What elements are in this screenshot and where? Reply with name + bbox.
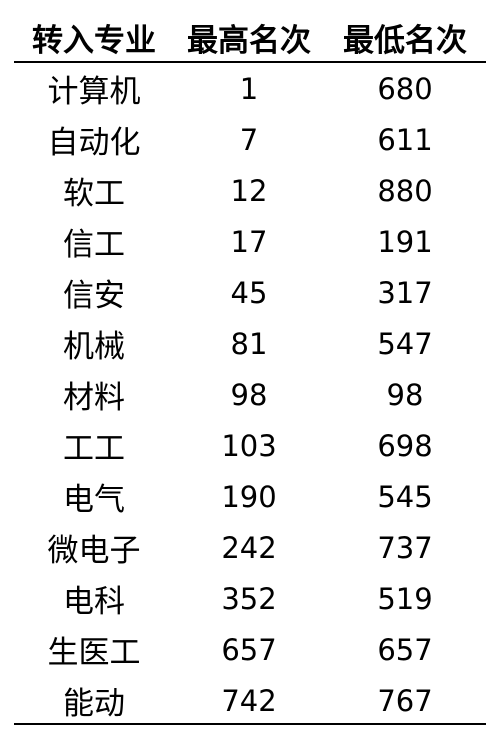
table-row: 信工 17 191: [14, 216, 486, 267]
row-lowest-rank: 611: [377, 122, 433, 157]
row-highest-rank: 45: [230, 275, 268, 310]
row-lowest-rank: 519: [377, 581, 433, 616]
row-lowest-rank: 317: [377, 275, 433, 310]
row-major: 计算机: [47, 74, 141, 110]
header-highest-rank: 最高名次: [187, 22, 311, 59]
row-lowest-rank: 737: [377, 530, 433, 565]
row-highest-rank: 742: [221, 683, 277, 718]
table-row: 生医工 657 657: [14, 624, 486, 675]
row-major: 电气: [63, 482, 125, 518]
table-row: 自动化 7 611: [14, 114, 486, 165]
row-lowest-rank: 698: [377, 428, 433, 463]
table-bottom-rule: [14, 723, 486, 725]
row-highest-rank: 98: [230, 377, 268, 412]
row-highest-rank: 7: [239, 122, 259, 157]
row-highest-rank: 352: [221, 581, 277, 616]
row-major: 信工: [63, 227, 125, 263]
header-lowest-rank: 最低名次: [343, 22, 467, 59]
table-row: 能动 742 767: [14, 675, 486, 726]
table-header: 转入专业 最高名次 最低名次: [14, 12, 486, 62]
table-row: 机械 81 547: [14, 318, 486, 369]
table-row: 信安 45 317: [14, 267, 486, 318]
row-highest-rank: 242: [221, 530, 277, 565]
row-highest-rank: 1: [239, 71, 259, 106]
row-highest-rank: 81: [230, 326, 268, 361]
row-major: 机械: [63, 329, 125, 365]
table-row: 工工 103 698: [14, 420, 486, 471]
table-row: 电气 190 545: [14, 471, 486, 522]
row-major: 信安: [63, 278, 125, 314]
row-major: 电科: [63, 584, 125, 620]
row-lowest-rank: 657: [377, 632, 433, 667]
row-major: 工工: [63, 431, 125, 467]
row-lowest-rank: 767: [377, 683, 433, 718]
row-lowest-rank: 680: [377, 71, 433, 106]
header-major: 转入专业: [32, 22, 156, 59]
row-lowest-rank: 98: [386, 377, 424, 412]
table-row: 电科 352 519: [14, 573, 486, 624]
row-major: 材料: [63, 380, 125, 416]
row-highest-rank: 103: [221, 428, 277, 463]
table-row: 计算机 1 680: [14, 63, 486, 114]
row-highest-rank: 17: [230, 224, 268, 259]
row-major: 软工: [63, 176, 125, 212]
row-highest-rank: 657: [221, 632, 277, 667]
row-lowest-rank: 880: [377, 173, 433, 208]
row-highest-rank: 12: [230, 173, 268, 208]
table-row: 材料 98 98: [14, 369, 486, 420]
row-major: 能动: [63, 686, 125, 722]
table-row: 软工 12 880: [14, 165, 486, 216]
row-major: 生医工: [47, 635, 141, 671]
row-highest-rank: 190: [221, 479, 277, 514]
row-lowest-rank: 545: [377, 479, 433, 514]
table-row: 微电子 242 737: [14, 522, 486, 573]
row-major: 微电子: [47, 533, 141, 569]
row-major: 自动化: [47, 125, 141, 161]
row-lowest-rank: 191: [377, 224, 433, 259]
row-lowest-rank: 547: [377, 326, 433, 361]
rank-table: 转入专业 最高名次 最低名次 计算机 1 680 自动化 7 611 软工 12 880 信工 17…: [0, 0, 494, 737]
